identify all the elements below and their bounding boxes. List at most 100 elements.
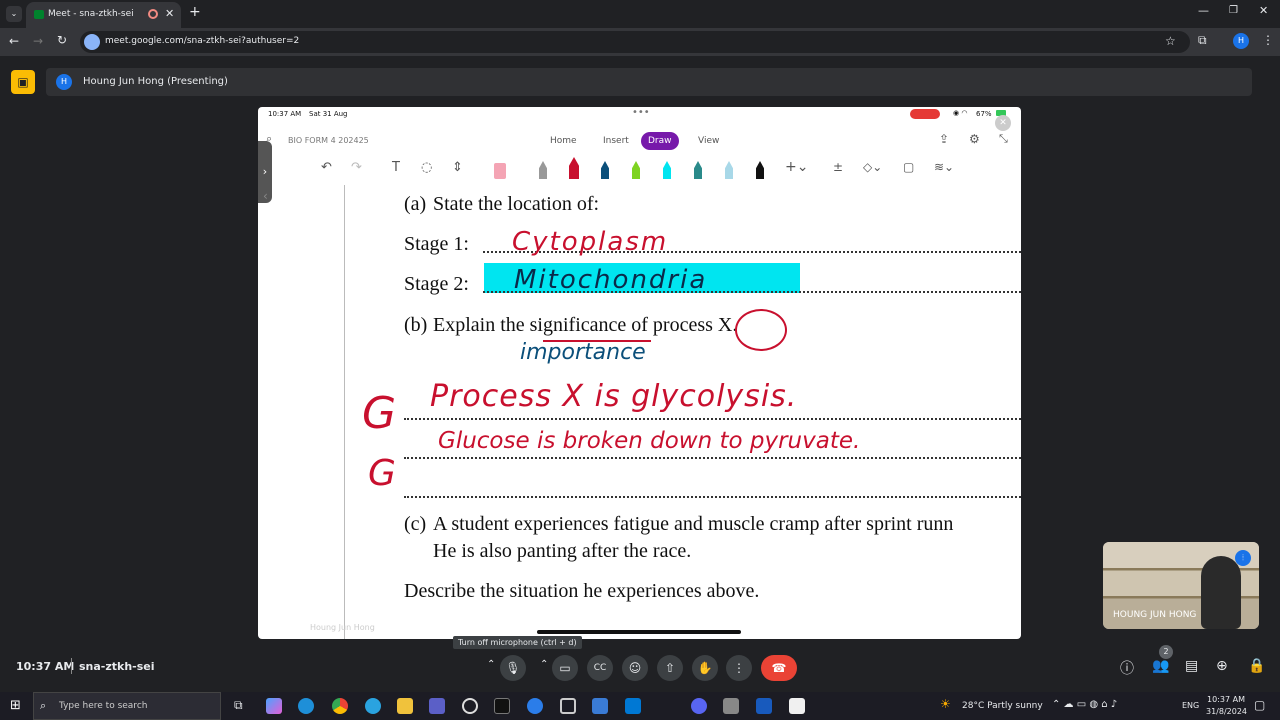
edge-icon[interactable] bbox=[298, 698, 314, 714]
more-options-button[interactable]: ⋮ bbox=[726, 655, 752, 681]
lasso-icon[interactable]: ◌ bbox=[421, 160, 432, 175]
people-icon[interactable]: 👥 bbox=[1152, 658, 1169, 674]
ink-options-icon[interactable]: ≋⌄ bbox=[934, 160, 954, 174]
forward-icon[interactable]: → bbox=[33, 34, 43, 48]
tab-title: Meet - sna-ztkh-sei bbox=[48, 9, 134, 19]
eraser-icon[interactable] bbox=[494, 163, 506, 179]
info-icon[interactable]: ⓘ bbox=[1120, 658, 1134, 678]
divider bbox=[71, 658, 72, 674]
terminal-icon[interactable] bbox=[494, 698, 510, 714]
text-tool-icon[interactable]: T bbox=[392, 160, 400, 175]
pen-gray-icon[interactable] bbox=[539, 161, 547, 179]
restore-icon[interactable]: ❐ bbox=[1229, 5, 1238, 16]
notifications-icon[interactable]: ▢ bbox=[1254, 698, 1265, 712]
word-icon[interactable] bbox=[756, 698, 772, 714]
window-app-icon[interactable] bbox=[592, 698, 608, 714]
gear-icon[interactable]: ⚙ bbox=[969, 132, 980, 146]
answer-line-3 bbox=[404, 496, 1021, 498]
site-info-icon[interactable] bbox=[84, 34, 100, 50]
taskbar-search-placeholder: Type here to search bbox=[59, 701, 148, 711]
captions-button[interactable]: CC bbox=[587, 655, 613, 681]
end-call-button[interactable]: ☎ bbox=[761, 655, 797, 681]
close-icon[interactable]: ✕ bbox=[995, 115, 1011, 131]
pen-teal-icon[interactable] bbox=[694, 161, 702, 179]
close-tab-icon[interactable]: ✕ bbox=[165, 7, 174, 20]
windows-start-icon[interactable]: ⊞ bbox=[10, 698, 21, 713]
add-pen-icon[interactable]: +⌄ bbox=[785, 159, 808, 175]
cube-app-icon[interactable] bbox=[560, 698, 576, 714]
sticky-note-icon[interactable]: ▢ bbox=[903, 160, 914, 174]
pen-black-icon[interactable] bbox=[756, 161, 764, 179]
chrome-icon[interactable] bbox=[332, 698, 348, 714]
telegram-icon[interactable] bbox=[365, 698, 381, 714]
status-date: Sat 31 Aug bbox=[309, 110, 348, 118]
language-indicator[interactable]: ENG bbox=[1182, 701, 1199, 710]
clock-time[interactable]: 10:37 AM bbox=[1207, 695, 1245, 704]
presenter-banner: H Houng Jun Hong (Presenting) bbox=[46, 68, 1252, 96]
redo-icon[interactable]: ↷ bbox=[351, 160, 362, 175]
clock-date[interactable]: 31/8/2024 bbox=[1206, 707, 1247, 716]
present-button[interactable]: ⇧ bbox=[657, 655, 683, 681]
camera-app-icon[interactable] bbox=[723, 698, 739, 714]
share-icon[interactable]: ⇪ bbox=[939, 132, 949, 146]
reload-icon[interactable]: ↻ bbox=[57, 33, 67, 47]
clock-app-icon[interactable] bbox=[462, 698, 478, 714]
insert-space-icon[interactable]: ⇕ bbox=[452, 160, 463, 175]
chat-icon[interactable]: ▤ bbox=[1185, 658, 1198, 674]
bookmark-star-icon[interactable]: ☆ bbox=[1165, 34, 1176, 48]
new-tab-button[interactable]: + bbox=[189, 4, 201, 20]
pen-lightblue-icon[interactable] bbox=[725, 161, 733, 179]
answer-line-2-text: Glucose is broken down to pyruvate. bbox=[438, 428, 861, 454]
browser-menu-icon[interactable]: ⋮ bbox=[1262, 33, 1274, 47]
taskbar-search-box[interactable]: ⌕ Type here to search bbox=[33, 692, 221, 720]
emoji-button[interactable]: ☺ bbox=[622, 655, 648, 681]
draw-toolbar: ↶ ↷ T ◌ ⇕ +⌄ ± ◇⌄ ▢ ≋⌄ bbox=[258, 157, 1021, 183]
answer-line-1 bbox=[404, 418, 1021, 420]
tab-meet[interactable]: Meet - sna-ztkh-sei ✕ bbox=[26, 2, 181, 28]
app-green-icon[interactable] bbox=[789, 698, 805, 714]
answer-line-1-text: Process X is glycolysis. bbox=[430, 379, 798, 414]
browser-tab-bar: ⌄ Meet - sna-ztkh-sei ✕ + — ❐ ✕ bbox=[0, 0, 1280, 28]
tab-draw[interactable]: Draw bbox=[641, 132, 679, 150]
home-indicator bbox=[537, 630, 741, 634]
speaking-indicator-icon: ⦙ bbox=[1235, 550, 1251, 566]
activities-icon[interactable]: ⊕ bbox=[1216, 658, 1228, 674]
mic-button[interactable]: 🎙 bbox=[500, 655, 526, 681]
pen-green-icon[interactable] bbox=[632, 161, 640, 179]
url-field[interactable]: meet.google.com/sna-ztkh-sei?authuser=2 … bbox=[80, 31, 1190, 53]
shapes-icon[interactable]: ◇⌄ bbox=[863, 160, 882, 174]
back-icon[interactable]: ← bbox=[9, 34, 19, 48]
tab-insert[interactable]: Insert bbox=[596, 132, 636, 150]
chrome-canary-icon[interactable] bbox=[527, 698, 543, 714]
discord-icon[interactable] bbox=[691, 698, 707, 714]
fullscreen-icon[interactable]: ⤡ bbox=[999, 132, 1008, 146]
file-explorer-icon[interactable] bbox=[397, 698, 413, 714]
tray-icons[interactable]: ⌃ ☁ ▭ ◍ ⌂ ♪ bbox=[1052, 699, 1117, 710]
pen-red-icon[interactable] bbox=[569, 157, 579, 179]
profile-avatar[interactable]: H bbox=[1233, 33, 1249, 49]
close-window-icon[interactable]: ✕ bbox=[1259, 4, 1268, 17]
camera-button[interactable]: ▭ bbox=[552, 655, 578, 681]
audio-options-chevron-icon[interactable]: ⌃ bbox=[487, 659, 495, 670]
minimize-icon[interactable]: — bbox=[1198, 4, 1209, 17]
pen-blue-icon[interactable] bbox=[601, 161, 609, 179]
tab-search-button[interactable]: ⌄ bbox=[6, 6, 22, 22]
tab-view[interactable]: View bbox=[691, 132, 726, 150]
video-options-chevron-icon[interactable]: ⌃ bbox=[540, 659, 548, 670]
vscode-icon[interactable] bbox=[625, 698, 641, 714]
tab-home[interactable]: Home bbox=[543, 132, 584, 150]
highlighter-cyan-icon[interactable] bbox=[663, 161, 671, 179]
extensions-icon[interactable]: ⧉ bbox=[1198, 33, 1207, 48]
task-view-icon[interactable]: ⧉ bbox=[234, 698, 243, 713]
host-controls-icon[interactable]: 🔒 bbox=[1248, 658, 1265, 674]
copilot-icon[interactable] bbox=[266, 698, 282, 714]
teams-icon[interactable] bbox=[429, 698, 445, 714]
self-view-tile[interactable]: ⦙ HOUNG JUN HONG bbox=[1103, 542, 1259, 629]
weather-text[interactable]: 28°C Partly sunny bbox=[962, 701, 1043, 711]
undo-icon[interactable]: ↶ bbox=[321, 160, 332, 175]
margin-mark-1: G bbox=[362, 388, 397, 439]
ink-to-math-icon[interactable]: ± bbox=[833, 160, 843, 174]
back-arrow-icon[interactable]: ‹ bbox=[263, 189, 268, 203]
presentation-icon[interactable]: ▣ bbox=[11, 70, 35, 94]
raise-hand-button[interactable]: ✋ bbox=[692, 655, 718, 681]
